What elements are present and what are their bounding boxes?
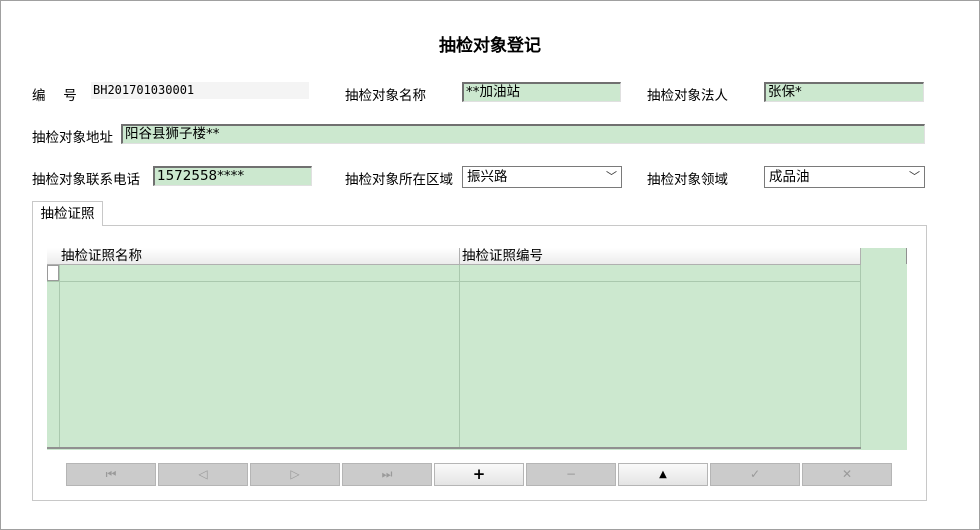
nav-edit-button[interactable]: ▲	[618, 463, 708, 486]
grid-header: 抽检证照名称 抽检证照编号	[47, 248, 861, 265]
legal-person-field[interactable]: 张保*	[764, 82, 924, 102]
nav-delete-button[interactable]: −	[526, 463, 616, 486]
grid-line	[47, 281, 861, 282]
chevron-down-icon[interactable]: ﹀	[606, 167, 617, 187]
row-indicator[interactable]	[47, 265, 59, 281]
chevron-down-icon[interactable]: ﹀	[909, 167, 920, 187]
certificate-grid[interactable]: 抽检证照名称 抽检证照编号	[47, 248, 907, 450]
nav-first-button[interactable]: ⏮	[66, 463, 156, 486]
code-label: 编 号	[32, 88, 77, 104]
legal-person-label: 抽检对象法人	[647, 88, 728, 104]
nav-next-button[interactable]: ▷	[250, 463, 340, 486]
code-value: BH201701030001	[91, 82, 309, 99]
grid-right-border	[906, 248, 907, 264]
region-select-value: 振兴路	[467, 169, 508, 185]
region-select[interactable]: 振兴路 ﹀	[462, 166, 622, 188]
phone-field[interactable]: 1572558****	[153, 166, 312, 186]
nav-last-button[interactable]: ⏭	[342, 463, 432, 486]
nav-post-button[interactable]: ✓	[710, 463, 800, 486]
tab-certificates[interactable]: 抽检证照	[32, 201, 103, 226]
address-field[interactable]: 阳谷县狮子楼**	[121, 124, 925, 144]
grid-line	[860, 265, 861, 447]
nav-cancel-button[interactable]: ✕	[802, 463, 892, 486]
grid-line	[459, 265, 460, 447]
domain-select-value: 成品油	[769, 169, 810, 185]
domain-select[interactable]: 成品油 ﹀	[764, 166, 925, 188]
name-label: 抽检对象名称	[345, 88, 426, 104]
column-header-number[interactable]: 抽检证照编号	[460, 248, 861, 265]
phone-label: 抽检对象联系电话	[32, 172, 140, 188]
page-title: 抽检对象登记	[439, 36, 541, 56]
region-label: 抽检对象所在区域	[345, 172, 453, 188]
grid-line	[59, 265, 60, 447]
domain-label: 抽检对象领域	[647, 172, 728, 188]
column-header-name[interactable]: 抽检证照名称	[59, 248, 460, 265]
nav-insert-button[interactable]: +	[434, 463, 524, 486]
name-field[interactable]: **加油站	[462, 82, 621, 102]
nav-prior-button[interactable]: ◁	[158, 463, 248, 486]
address-label: 抽检对象地址	[32, 130, 113, 146]
grid-bottom-border	[47, 447, 861, 449]
